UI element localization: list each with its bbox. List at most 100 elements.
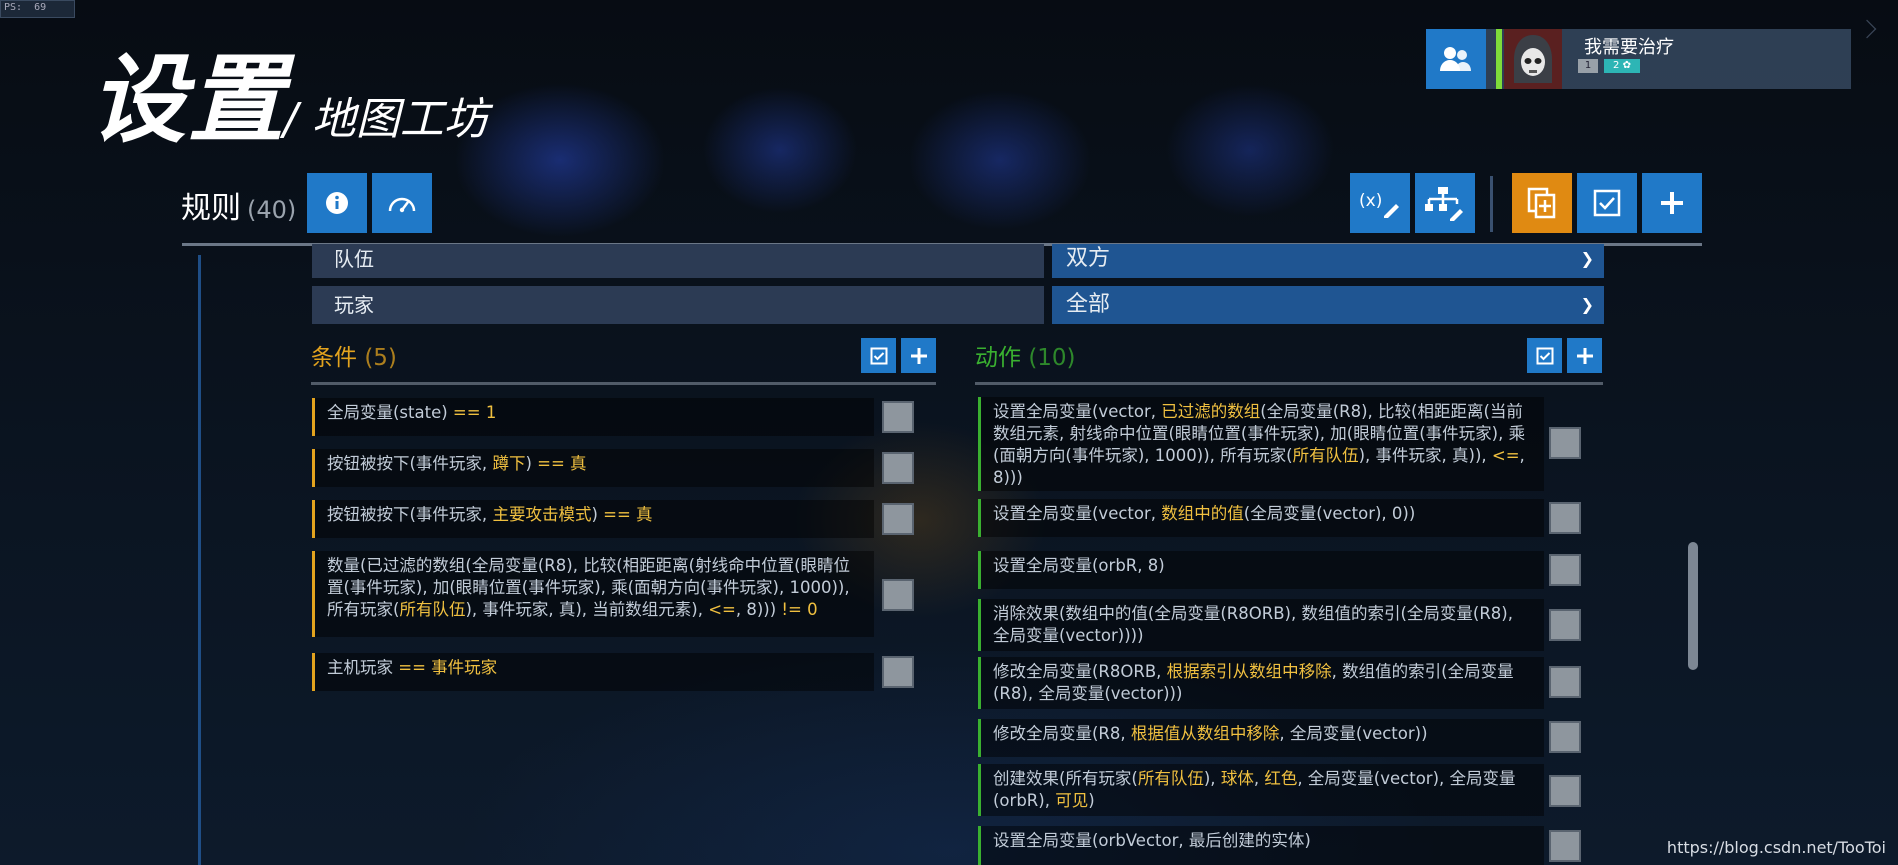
status-bar xyxy=(1496,29,1502,89)
add-condition-button[interactable] xyxy=(901,338,936,373)
action-checkbox[interactable] xyxy=(1549,775,1581,807)
rule-text: , 8))) xyxy=(735,600,782,619)
player-value: 全部 xyxy=(1066,292,1111,317)
endorsement-badge: 2 ✿ xyxy=(1604,59,1640,73)
paste-add-icon xyxy=(1527,187,1556,219)
checkbox-icon xyxy=(1536,347,1553,364)
keyword-text: 蹲下 xyxy=(492,454,526,473)
action-checkbox[interactable] xyxy=(1549,502,1581,534)
condition-checkbox[interactable] xyxy=(882,579,914,611)
player-label: 玩家 xyxy=(312,286,1044,324)
keyword-text: 可见 xyxy=(1055,791,1089,810)
keyword-text: 已过滤的数组 xyxy=(1161,402,1261,421)
keyword-text: 数组中的值 xyxy=(1161,504,1244,523)
toolbar-divider xyxy=(1490,176,1493,232)
checkbox-icon xyxy=(870,347,887,364)
level-badge: 1 xyxy=(1578,59,1598,73)
rule-text: , xyxy=(1253,769,1265,788)
condition-row[interactable]: 按钮被按下(事件玩家, 主要攻击模式) == 真 xyxy=(312,500,874,538)
action-row[interactable]: 设置全局变量(vector, 数组中的值(全局变量(vector), 0)) xyxy=(978,499,1544,537)
rules-label: 规则 xyxy=(181,191,241,226)
page-title: 设置 xyxy=(90,44,286,156)
condition-row[interactable]: 主机玩家 == 事件玩家 xyxy=(312,653,874,691)
info-icon xyxy=(326,192,348,214)
actions-select-button[interactable] xyxy=(1527,338,1562,373)
rule-text: 主机玩家 xyxy=(327,658,399,677)
rule-text: 修改全局变量(R8ORB, xyxy=(993,662,1167,681)
rule-text: 按钮被按下(事件玩家, xyxy=(327,454,493,473)
add-action-button[interactable] xyxy=(1567,338,1602,373)
rule-text: 设置全局变量(orbR, 8) xyxy=(993,556,1165,575)
info-button[interactable] xyxy=(307,173,367,233)
action-row[interactable]: 修改全局变量(R8, 根据值从数组中移除, 全局变量(vector)) xyxy=(978,719,1544,757)
keyword-text: != 0 xyxy=(781,600,818,619)
rule-text: ), 事件玩家, 真)), xyxy=(1358,446,1492,465)
team-label: 队伍 xyxy=(312,244,1044,278)
page-subtitle: / 地图工坊 xyxy=(283,94,488,145)
add-rule-button[interactable] xyxy=(1642,173,1702,233)
watermark: https://blog.csdn.net/TooToi xyxy=(1666,838,1886,857)
keyword-text: 球体 xyxy=(1220,769,1254,788)
player-dropdown[interactable]: 全部 ❯ xyxy=(1052,286,1604,324)
action-row[interactable]: 消除效果(数组中的值(全局变量(R8ORB), 数组值的索引(全局变量(R8),… xyxy=(978,599,1544,651)
action-checkbox[interactable] xyxy=(1549,609,1581,641)
avatar[interactable] xyxy=(1504,29,1562,89)
keyword-text: <= xyxy=(708,600,736,619)
performance-button[interactable] xyxy=(372,173,432,233)
actions-title: 动作 xyxy=(975,345,1021,371)
social-button[interactable] xyxy=(1426,29,1486,89)
conditions-header: 条件 (5) xyxy=(311,338,397,372)
scrollbar-thumb[interactable] xyxy=(1688,542,1698,670)
team-value: 双方 xyxy=(1066,246,1111,271)
keyword-text: <= xyxy=(1491,446,1520,465)
select-all-button[interactable] xyxy=(1577,173,1637,233)
rule-text: 全局变量(state) xyxy=(327,403,453,422)
keyword-text: 根据值从数组中移除 xyxy=(1130,724,1280,743)
keyword-text: == 1 xyxy=(452,403,497,422)
hierarchy-edit-icon xyxy=(1425,187,1463,221)
condition-checkbox[interactable] xyxy=(882,656,914,688)
condition-checkbox[interactable] xyxy=(882,401,914,433)
variable-edit-icon: (x) xyxy=(1359,191,1399,218)
action-checkbox[interactable] xyxy=(1549,666,1581,698)
action-checkbox[interactable] xyxy=(1549,427,1581,459)
rule-text: 修改全局变量(R8, xyxy=(993,724,1131,743)
condition-row[interactable]: 全局变量(state) == 1 xyxy=(312,398,874,436)
chevron-down-icon: ❯ xyxy=(1580,249,1594,268)
group-icon xyxy=(1440,47,1471,71)
actions-header: 动作 (10) xyxy=(975,338,1076,372)
condition-row[interactable]: 数量(已过滤的数组(全局变量(R8), 比较(相距距离(射线命中位置(眼睛位置(… xyxy=(312,551,874,637)
rule-text: 设置全局变量(vector, xyxy=(993,402,1162,421)
keyword-text: 所有队伍 xyxy=(1137,769,1204,788)
action-checkbox[interactable] xyxy=(1549,830,1581,862)
action-checkbox[interactable] xyxy=(1549,554,1581,586)
rule-text: ), 事件玩家, 真), 当前数组元素), xyxy=(465,600,709,619)
action-row[interactable]: 设置全局变量(orbR, 8) xyxy=(978,551,1544,589)
action-row[interactable]: 设置全局变量(vector, 已过滤的数组(全局变量(R8), 比较(相距距离(… xyxy=(978,397,1544,491)
keyword-text: 根据索引从数组中移除 xyxy=(1166,662,1332,681)
action-checkbox[interactable] xyxy=(1549,721,1581,753)
subroutines-button[interactable] xyxy=(1415,173,1475,233)
keyword-text: 所有队伍 xyxy=(1292,446,1359,465)
actions-divider xyxy=(975,382,1603,385)
condition-row[interactable]: 按钮被按下(事件玩家, 蹲下) == 真 xyxy=(312,449,874,487)
conditions-title: 条件 xyxy=(311,345,357,371)
rule-text: ) xyxy=(591,505,604,524)
checkbox-icon xyxy=(1593,189,1621,217)
rule-text: , 全局变量(vector)) xyxy=(1279,724,1428,743)
team-dropdown[interactable]: 双方 ❯ xyxy=(1052,244,1604,278)
rule-text: ) xyxy=(525,454,538,473)
action-row[interactable]: 修改全局变量(R8ORB, 根据索引从数组中移除, 数组值的索引(全局变量(R8… xyxy=(978,657,1544,709)
conditions-select-button[interactable] xyxy=(861,338,896,373)
variables-button[interactable]: (x) xyxy=(1350,173,1410,233)
condition-checkbox[interactable] xyxy=(882,503,914,535)
actions-count: (10) xyxy=(1028,345,1076,371)
conditions-divider xyxy=(311,382,936,385)
action-row[interactable]: 创建效果(所有玩家(所有队伍), 球体, 红色, 全局变量(vector), 全… xyxy=(978,764,1544,816)
keyword-text: 红色 xyxy=(1264,769,1298,788)
condition-checkbox[interactable] xyxy=(882,452,914,484)
paste-rule-button[interactable] xyxy=(1512,173,1572,233)
fps-counter: PS: 69 xyxy=(0,0,75,18)
keyword-text: 所有队伍 xyxy=(399,600,466,619)
action-row[interactable]: 设置全局变量(orbVector, 最后创建的实体) xyxy=(978,826,1544,865)
